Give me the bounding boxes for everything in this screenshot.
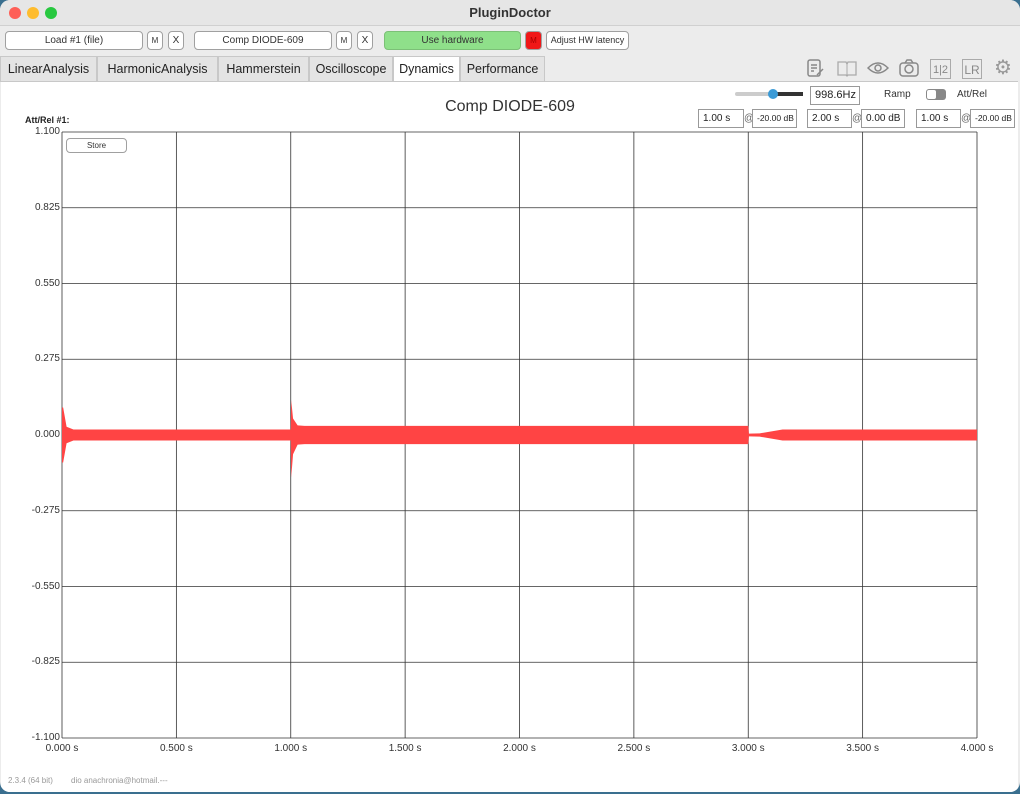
y-tick-label: 1.100	[34, 126, 60, 137]
x-tick-label: 4.000 s	[960, 743, 994, 754]
y-tick-label: -1.100	[31, 732, 60, 743]
x-tick-label: 2.500 s	[617, 743, 651, 754]
store-button[interactable]: Store	[66, 138, 127, 153]
x-tick-label: 3.500 s	[846, 743, 880, 754]
x-tick-label: 3.000 s	[731, 743, 765, 754]
y-tick-label: 0.825	[34, 201, 60, 213]
x-tick-label: 0.500 s	[159, 743, 193, 754]
y-tick-label: -0.825	[31, 656, 60, 668]
x-tick-label: 0.000 s	[45, 743, 79, 754]
y-tick-label: -0.275	[31, 504, 60, 516]
app-window: PluginDoctor Load #1 (file) M X Comp DIO…	[0, 0, 1020, 792]
y-tick-label: 0.275	[34, 353, 60, 365]
waveform-chart	[61, 131, 978, 739]
x-tick-label: 1.500 s	[388, 743, 422, 754]
x-tick-label: 2.000 s	[503, 743, 536, 754]
x-tick-label: 1.000 s	[274, 743, 308, 754]
y-tick-label: 0.000	[34, 429, 60, 440]
user-label: dio anachronia@hotmail.---	[71, 776, 168, 785]
y-tick-label: -0.550	[31, 580, 60, 592]
y-tick-label: 0.550	[34, 277, 60, 289]
version-label: 2.3.4 (64 bit)	[8, 776, 53, 785]
